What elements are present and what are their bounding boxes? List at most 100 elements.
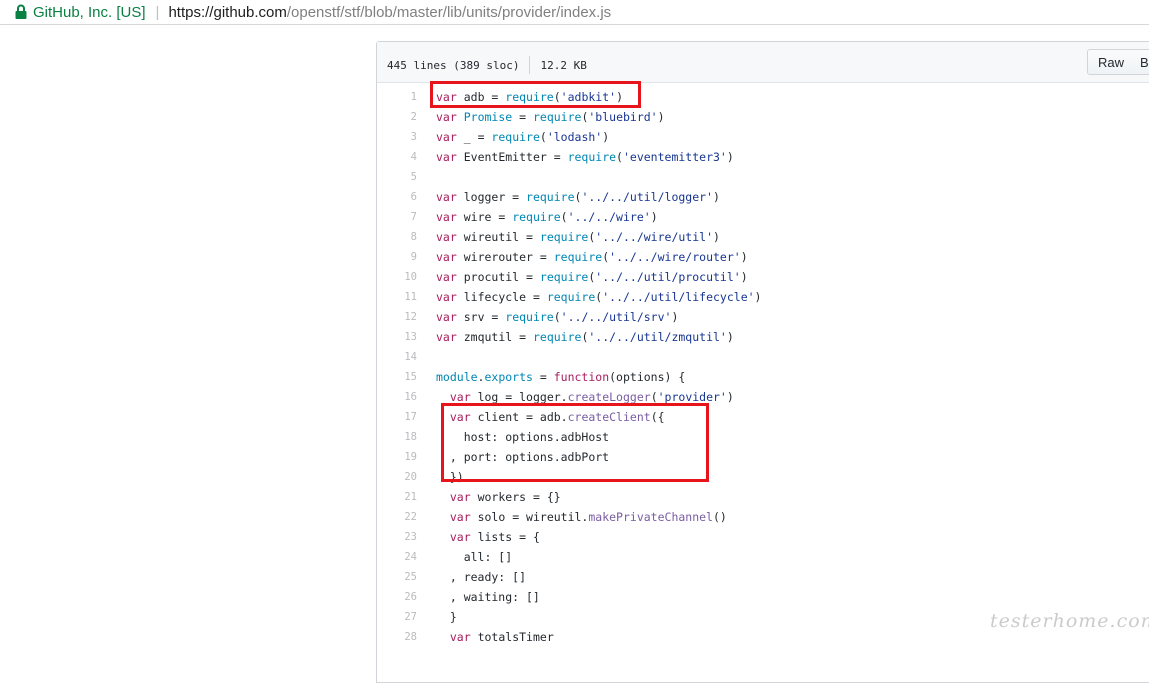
line-number[interactable]: 20 (377, 467, 417, 487)
url-path[interactable]: /openstf/stf/blob/master/lib/units/provi… (287, 4, 611, 21)
line-number[interactable]: 10 (377, 267, 417, 287)
code-line: 11 var lifecycle = require('../../util/li… (377, 287, 1149, 307)
line-number[interactable]: 28 (377, 627, 417, 647)
line-number[interactable]: 2 (377, 107, 417, 127)
line-number[interactable]: 11 (377, 287, 417, 307)
line-number[interactable]: 24 (377, 547, 417, 567)
code-token: var (436, 310, 457, 324)
line-number[interactable]: 6 (377, 187, 417, 207)
line-number[interactable]: 21 (377, 487, 417, 507)
line-number[interactable]: 22 (377, 507, 417, 527)
line-number[interactable]: 13 (377, 327, 417, 347)
line-number[interactable]: 15 (377, 367, 417, 387)
code-token: var (436, 290, 457, 304)
line-number[interactable]: 5 (377, 167, 417, 187)
code-line: 10 var procutil = require('../../util/pro… (377, 267, 1149, 287)
url-host[interactable]: https://github.com (168, 4, 286, 21)
code-line: 6 var logger = require('../../util/logger… (377, 187, 1149, 207)
code-token: ) (713, 190, 720, 204)
code-token: exports (484, 370, 533, 384)
line-content: var srv = require('../../util/srv') (417, 307, 678, 327)
line-number[interactable]: 1 (377, 87, 417, 107)
line-number[interactable]: 18 (377, 427, 417, 447)
code-token: ) (650, 210, 658, 224)
code-line: 13 var zmqutil = require('../../util/zmqu… (377, 327, 1149, 347)
line-number[interactable]: 26 (377, 587, 417, 607)
line-number[interactable]: 16 (377, 387, 417, 407)
lock-icon (15, 4, 27, 19)
line-content: var solo = wireutil.makePrivateChannel() (417, 507, 727, 527)
code-token: = (532, 370, 554, 384)
line-number[interactable]: 9 (377, 247, 417, 267)
line-number[interactable]: 14 (377, 347, 417, 367)
code-token: ( (539, 130, 547, 144)
code-token: all: [] (436, 550, 513, 564)
raw-button[interactable]: Raw (1087, 49, 1131, 75)
line-number[interactable]: 23 (377, 527, 417, 547)
code-token: ( (560, 210, 568, 224)
line-content: module.exports = function(options) { (417, 367, 685, 387)
code-token: createLogger (567, 390, 651, 404)
code-line: 25 , ready: [] (377, 567, 1149, 587)
blame-button[interactable]: B (1130, 49, 1149, 75)
code-line: 2 var Promise = require('bluebird') (377, 107, 1149, 127)
line-content: var EventEmitter = require('eventemitter… (417, 147, 734, 167)
code-token: wireutil = (463, 230, 540, 244)
code-token: ( (616, 150, 623, 164)
code-token: require (553, 250, 603, 264)
file-header: 445 lines (389 sloc) 12.2 KB Raw B (377, 42, 1149, 83)
line-number[interactable]: 12 (377, 307, 417, 327)
line-number[interactable]: 25 (377, 567, 417, 587)
code-token: ) (740, 270, 748, 284)
code-token: var (436, 110, 457, 124)
code-token: var (449, 390, 471, 404)
line-number[interactable]: 4 (377, 147, 417, 167)
file-info: 445 lines (389 sloc) 12.2 KB (387, 56, 587, 74)
code-token: ) (726, 150, 734, 164)
line-content: all: [] (417, 547, 512, 567)
file-info-divider (529, 56, 531, 74)
code-token: wirerouter = (463, 250, 554, 264)
code-token: srv = (463, 310, 506, 324)
code-token: () (712, 510, 727, 524)
code-line: 4 var EventEmitter = require('eventemitte… (377, 147, 1149, 167)
secure-site-label[interactable]: GitHub, Inc. [US] (33, 4, 146, 21)
code-token: 'eventemitter3' (622, 150, 727, 164)
line-number[interactable]: 7 (377, 207, 417, 227)
code-token: , ready: [] (436, 570, 527, 584)
line-content: var lists = { (417, 527, 540, 547)
line-number[interactable]: 17 (377, 407, 417, 427)
code-token: zmqutil = (463, 330, 533, 344)
line-number[interactable]: 27 (377, 607, 417, 627)
code-token: require (505, 310, 554, 324)
file-viewer: 445 lines (389 sloc) 12.2 KB Raw B 1 var … (376, 41, 1149, 683)
code-line: 26 , waiting: [] (377, 587, 1149, 607)
code-token: var (436, 250, 457, 264)
code-token: totalsTimer (477, 630, 554, 644)
code-token: ) (602, 130, 610, 144)
code-line: 7 var wire = require('../../wire') (377, 207, 1149, 227)
line-number[interactable]: 8 (377, 227, 417, 247)
line-number[interactable]: 19 (377, 447, 417, 467)
code-line: 15 module.exports = function(options) { (377, 367, 1149, 387)
code-token: require (491, 130, 540, 144)
code-token: var (436, 130, 457, 144)
code-token: var (436, 230, 457, 244)
browser-address-bar[interactable]: GitHub, Inc. [US] | https://github.com/o… (0, 0, 1149, 25)
line-content: var lifecycle = require('../../util/life… (417, 287, 761, 307)
code-line: 8 var wireutil = require('../../wire/util… (377, 227, 1149, 247)
watermark: testerhome.com (990, 610, 1149, 632)
line-content: var workers = {} (417, 487, 561, 507)
highlight-box-create-client (441, 403, 709, 482)
code-token: '../../wire/router' (609, 250, 741, 264)
line-number[interactable]: 3 (377, 127, 417, 147)
code-token: require (512, 210, 561, 224)
highlight-box-adb-require (430, 81, 641, 108)
code-token: ) (726, 330, 734, 344)
code-token: solo = wireutil. (477, 510, 589, 524)
code-token: require (539, 230, 589, 244)
code-token: var (436, 210, 457, 224)
